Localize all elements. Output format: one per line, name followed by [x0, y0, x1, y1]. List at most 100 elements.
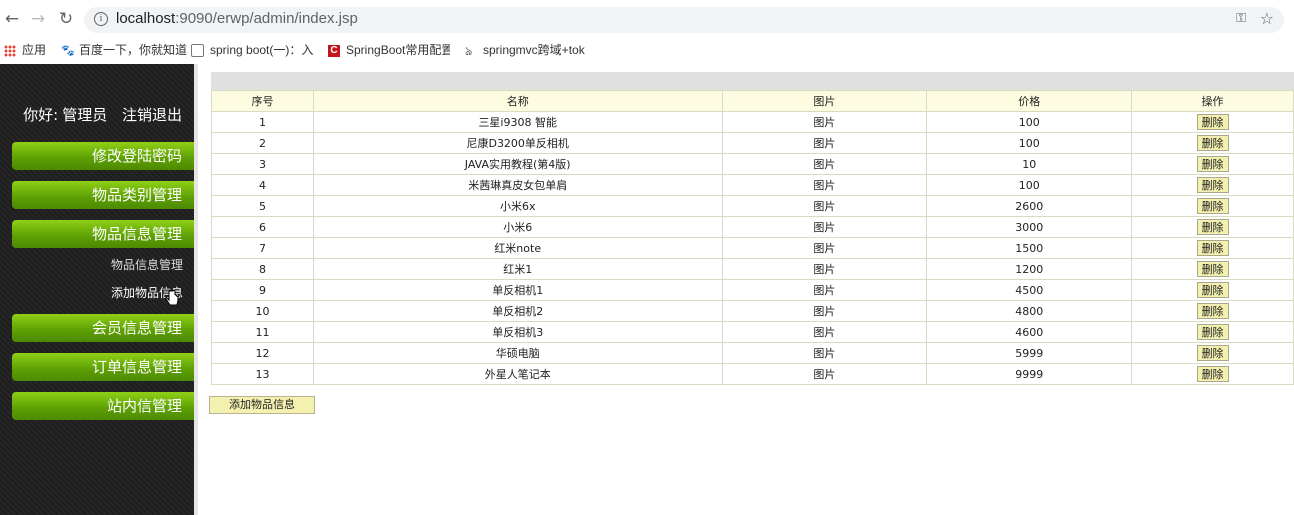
cell-number: 9: [211, 279, 314, 301]
header-strip: [211, 72, 1294, 90]
main-content: 序号 名称 图片 价格 操作 1 三星i9308 智能 图片 100 删除 2 尼康D320…: [198, 64, 1294, 515]
cell-image-link[interactable]: 图片: [721, 153, 928, 175]
cell-image-link[interactable]: 图片: [721, 237, 928, 259]
cell-image-link[interactable]: 图片: [721, 174, 928, 196]
delete-button[interactable]: 删除: [1196, 261, 1229, 277]
cell-action: 删除: [1131, 258, 1294, 280]
cell-price: 9999: [926, 363, 1133, 385]
cell-action: 删除: [1131, 321, 1294, 343]
logout-link[interactable]: 注销退出: [122, 106, 182, 124]
cell-image-link[interactable]: 图片: [721, 321, 928, 343]
add-item-button[interactable]: 添加物品信息: [209, 396, 315, 414]
cell-name: 红米1: [312, 258, 723, 280]
sub-item-management[interactable]: 物品信息管理: [111, 256, 183, 273]
cell-action: 删除: [1131, 279, 1294, 301]
cell-price: 1200: [926, 258, 1133, 280]
cell-action: 删除: [1131, 195, 1294, 217]
cell-price: 100: [926, 132, 1133, 154]
cell-name: 米茜琳真皮女包单肩: [312, 174, 723, 196]
star-icon[interactable]: ☆: [1260, 9, 1274, 28]
cell-name: 红米note: [312, 237, 723, 259]
menu-item-management[interactable]: 物品信息管理: [12, 220, 194, 248]
cell-image-link[interactable]: 图片: [721, 132, 928, 154]
cell-price: 10: [926, 153, 1133, 175]
cell-name: 华硕电脑: [312, 342, 723, 364]
cell-image-link[interactable]: 图片: [721, 216, 928, 238]
delete-button[interactable]: 删除: [1196, 303, 1229, 319]
menu-category-management[interactable]: 物品类别管理: [12, 181, 194, 209]
bookmark-baidu[interactable]: 🐾 百度一下，你就知道: [61, 41, 187, 58]
cell-price: 5999: [926, 342, 1133, 364]
forward-arrow-icon[interactable]: →: [28, 9, 48, 29]
cell-number: 13: [211, 363, 314, 385]
table-header: 序号 名称 图片 价格 操作: [211, 90, 1294, 112]
delete-button[interactable]: 删除: [1196, 114, 1229, 130]
menu-change-password[interactable]: 修改登陆密码: [12, 142, 194, 170]
delete-button[interactable]: 删除: [1196, 177, 1229, 193]
cell-price: 100: [926, 111, 1133, 133]
delete-button[interactable]: 删除: [1196, 282, 1229, 298]
delete-button[interactable]: 删除: [1196, 324, 1229, 340]
cell-number: 8: [211, 258, 314, 280]
baidu-icon: 🐾: [61, 44, 75, 57]
table-row: 9 单反相机1 图片 4500 删除: [211, 279, 1294, 301]
bookmarks-bar: 应用 🐾 百度一下，你就知道 spring boot(一)：入 C SpringBo…: [0, 38, 1294, 60]
cell-image-link[interactable]: 图片: [721, 258, 928, 280]
bookmark-apps[interactable]: 应用: [4, 41, 46, 58]
table-row: 3 JAVA实用教程(第4版) 图片 10 删除: [211, 153, 1294, 175]
table-row: 10 单反相机2 图片 4800 删除: [211, 300, 1294, 322]
cell-name: 小米6: [312, 216, 723, 238]
bookmark-springmvc[interactable]: ঌ springmvc跨域+tok: [465, 41, 587, 58]
url-text[interactable]: localhost:9090/erwp/admin/index.jsp: [116, 10, 358, 27]
reload-icon[interactable]: ↻: [56, 9, 76, 29]
delete-button[interactable]: 删除: [1196, 219, 1229, 235]
cell-action: 删除: [1131, 363, 1294, 385]
cell-name: JAVA实用教程(第4版): [312, 153, 723, 175]
key-icon[interactable]: ⚿: [1236, 11, 1246, 26]
table-row: 1 三星i9308 智能 图片 100 删除: [211, 111, 1294, 133]
cell-image-link[interactable]: 图片: [721, 279, 928, 301]
back-arrow-icon[interactable]: ←: [2, 9, 22, 29]
delete-button[interactable]: 删除: [1196, 135, 1229, 151]
table-row: 4 米茜琳真皮女包单肩 图片 100 删除: [211, 174, 1294, 196]
table-row: 13 外星人笔记本 图片 9999 删除: [211, 363, 1294, 385]
delete-button[interactable]: 删除: [1196, 156, 1229, 172]
table-row: 2 尼康D3200单反相机 图片 100 删除: [211, 132, 1294, 154]
address-bar[interactable]: i localhost:9090/erwp/admin/index.jsp ⚿ …: [84, 7, 1284, 33]
cell-action: 删除: [1131, 216, 1294, 238]
bookmark-spring-boot[interactable]: spring boot(一)：入: [191, 41, 316, 58]
delete-button[interactable]: 删除: [1196, 345, 1229, 361]
cell-action: 删除: [1131, 237, 1294, 259]
cell-image-link[interactable]: 图片: [721, 300, 928, 322]
bookmark-s-icon: ঌ: [465, 43, 473, 58]
table-row: 11 单反相机3 图片 4600 删除: [211, 321, 1294, 343]
info-icon[interactable]: i: [94, 12, 108, 26]
cell-image-link[interactable]: 图片: [721, 363, 928, 385]
delete-button[interactable]: 删除: [1196, 198, 1229, 214]
cell-price: 3000: [926, 216, 1133, 238]
cell-number: 1: [211, 111, 314, 133]
table-row: 5 小米6x 图片 2600 删除: [211, 195, 1294, 217]
greeting: 你好: 管理员 注销退出: [23, 106, 182, 124]
cell-price: 4600: [926, 321, 1133, 343]
bookmark-springboot-config[interactable]: C SpringBoot常用配置: [328, 41, 450, 58]
cell-number: 2: [211, 132, 314, 154]
cell-price: 2600: [926, 195, 1133, 217]
cell-name: 单反相机1: [312, 279, 723, 301]
delete-button[interactable]: 删除: [1196, 366, 1229, 382]
cell-name: 尼康D3200单反相机: [312, 132, 723, 154]
browser-toolbar: ← → ↻ i localhost:9090/erwp/admin/index.…: [0, 0, 1294, 38]
delete-button[interactable]: 删除: [1196, 240, 1229, 256]
menu-member-management[interactable]: 会员信息管理: [12, 314, 194, 342]
menu-order-management[interactable]: 订单信息管理: [12, 353, 194, 381]
cell-name: 单反相机2: [312, 300, 723, 322]
cell-image-link[interactable]: 图片: [721, 111, 928, 133]
cell-price: 100: [926, 174, 1133, 196]
cell-image-link[interactable]: 图片: [721, 342, 928, 364]
col-price: 价格: [926, 90, 1133, 112]
cell-image-link[interactable]: 图片: [721, 195, 928, 217]
cell-action: 删除: [1131, 153, 1294, 175]
menu-message-management[interactable]: 站内信管理: [12, 392, 194, 420]
col-action: 操作: [1131, 90, 1294, 112]
apps-icon: [4, 44, 16, 57]
